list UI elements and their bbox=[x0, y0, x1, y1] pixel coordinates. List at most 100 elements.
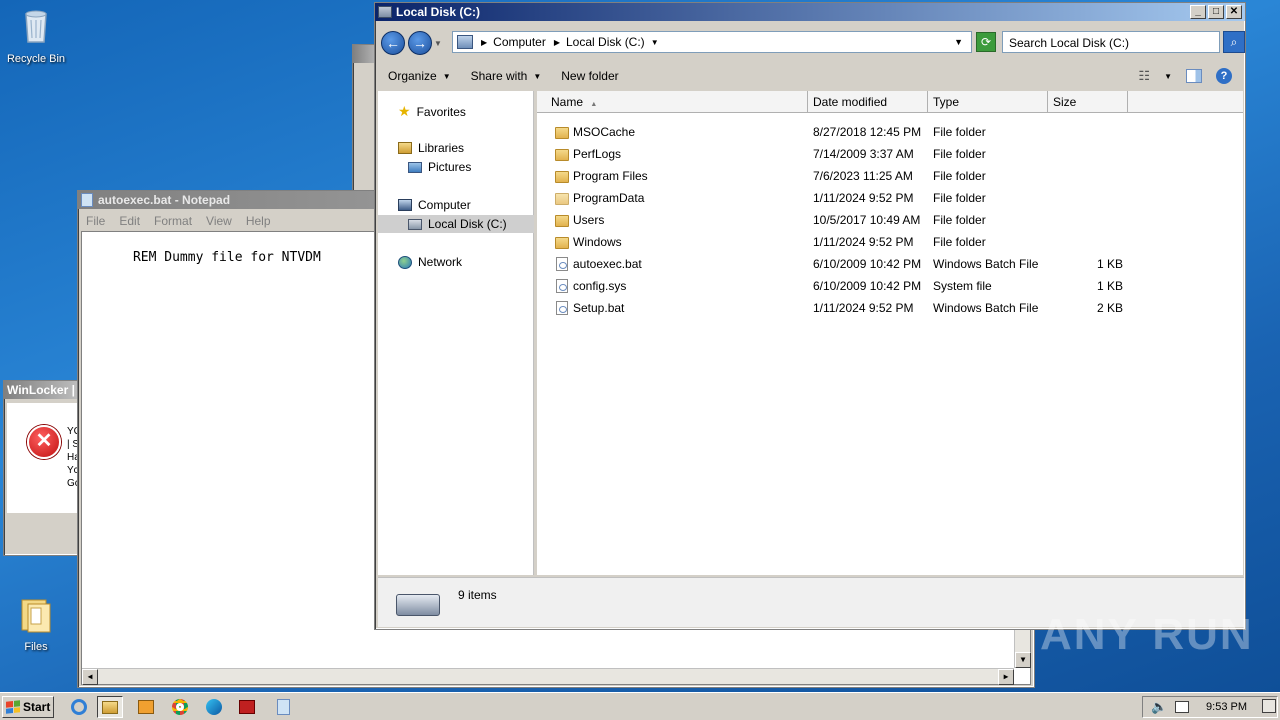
minimize-button[interactable]: _ bbox=[1190, 5, 1206, 19]
nav-network[interactable]: Network bbox=[398, 255, 462, 269]
menu-help[interactable]: Help bbox=[246, 214, 271, 228]
file-name: autoexec.bat bbox=[573, 257, 642, 271]
clock[interactable]: 9:53 PM bbox=[1206, 701, 1247, 713]
forward-button[interactable]: → bbox=[408, 31, 432, 55]
share-with-label: Share with bbox=[470, 69, 528, 83]
folder-icon bbox=[555, 126, 569, 139]
start-button[interactable]: Start bbox=[2, 696, 54, 718]
file-list: Name ▲ Date modified Type Size MSOCache … bbox=[537, 91, 1243, 575]
breadcrumb-computer[interactable]: Computer bbox=[493, 35, 546, 49]
nav-favorites[interactable]: ★ Favorites bbox=[398, 103, 466, 120]
nav-computer[interactable]: Computer bbox=[398, 198, 471, 212]
scroll-left-button[interactable]: ◀ bbox=[82, 669, 98, 685]
file-type: Windows Batch File bbox=[933, 257, 1039, 271]
view-options-icon[interactable]: ▼ bbox=[1164, 72, 1172, 81]
show-desktop-button[interactable] bbox=[1262, 699, 1276, 713]
file-type: File folder bbox=[933, 213, 986, 227]
column-date[interactable]: Date modified bbox=[808, 91, 928, 112]
explorer-window[interactable]: Local Disk (C:) _ □ ✕ ← → ▼ ▶ Computer ▶… bbox=[374, 2, 1246, 630]
search-input[interactable]: Search Local Disk (C:) bbox=[1002, 31, 1220, 53]
file-date: 10/5/2017 10:49 AM bbox=[813, 213, 921, 227]
taskbar-winlocker-icon[interactable] bbox=[234, 696, 260, 718]
organize-button[interactable]: Organize ▼ bbox=[378, 69, 461, 83]
menu-edit[interactable]: Edit bbox=[119, 214, 140, 228]
folder-icon-wrap bbox=[555, 213, 569, 227]
refresh-button[interactable]: ⟳ bbox=[976, 32, 996, 52]
close-button[interactable]: ✕ bbox=[1226, 5, 1242, 19]
folder-icon-wrap bbox=[555, 235, 569, 249]
maximize-button[interactable]: □ bbox=[1208, 5, 1224, 19]
nav-network-label: Network bbox=[418, 255, 463, 269]
search-icon[interactable]: ⌕ bbox=[1223, 31, 1245, 53]
taskbar-media-player-icon[interactable] bbox=[133, 696, 159, 718]
column-type-label: Type bbox=[933, 95, 960, 109]
windows-logo-icon bbox=[6, 700, 20, 714]
scroll-down-button[interactable]: ▼ bbox=[1015, 652, 1031, 668]
share-with-button[interactable]: Share with ▼ bbox=[461, 69, 552, 83]
nav-local-disk-label: Local Disk (C:) bbox=[428, 217, 507, 231]
nav-libraries[interactable]: Libraries bbox=[398, 141, 464, 155]
menu-format[interactable]: Format bbox=[154, 214, 192, 228]
new-folder-button[interactable]: New folder bbox=[551, 69, 628, 83]
horizontal-scrollbar[interactable]: ◀ ▶ bbox=[82, 668, 1014, 685]
breadcrumb-dropdown-icon[interactable]: ▼ bbox=[651, 38, 659, 47]
files-label: Files bbox=[24, 641, 48, 653]
file-name: Windows bbox=[573, 235, 622, 249]
notepad-title: autoexec.bat - Notepad bbox=[98, 193, 231, 207]
nav-local-disk[interactable]: Local Disk (C:) bbox=[378, 215, 534, 233]
address-history-icon[interactable]: ▼ bbox=[954, 37, 963, 47]
file-date: 7/14/2009 3:37 AM bbox=[813, 147, 914, 161]
breadcrumb-local-disk[interactable]: Local Disk (C:) bbox=[566, 35, 645, 49]
menu-file[interactable]: File bbox=[86, 214, 105, 228]
preview-pane-icon[interactable] bbox=[1186, 69, 1202, 83]
recycle-bin-shortcut[interactable]: Recycle Bin bbox=[0, 6, 72, 65]
file-name: Program Files bbox=[573, 169, 648, 183]
column-name[interactable]: Name ▲ bbox=[537, 91, 808, 112]
folder-icon bbox=[21, 599, 51, 633]
files-shortcut[interactable]: Files bbox=[0, 594, 72, 653]
nav-pictures[interactable]: Pictures bbox=[408, 160, 471, 174]
chevron-down-icon: ▼ bbox=[533, 71, 542, 81]
start-label: Start bbox=[23, 700, 51, 714]
taskbar-edge-icon[interactable] bbox=[201, 696, 227, 718]
column-name-label: Name bbox=[551, 95, 584, 109]
notepad-menubar: File Edit Format View Help bbox=[81, 212, 271, 230]
scroll-right-button[interactable]: ▶ bbox=[998, 669, 1014, 685]
address-bar[interactable]: ▶ Computer ▶ Local Disk (C:) ▼ ▼ bbox=[452, 31, 972, 53]
column-size[interactable]: Size bbox=[1048, 91, 1128, 112]
breadcrumb-separator: ▶ bbox=[481, 37, 488, 47]
network-icon bbox=[398, 255, 412, 269]
winlocker-dialog[interactable]: WinLocker | ✕ YC | S Ha Yc Gc bbox=[3, 380, 83, 556]
folder-icon bbox=[555, 236, 569, 249]
volume-icon[interactable]: 🔈 bbox=[1151, 699, 1167, 715]
network-tray-icon[interactable] bbox=[1175, 701, 1190, 713]
drive-icon bbox=[378, 6, 392, 18]
folder-icon-wrap bbox=[555, 191, 569, 205]
recent-pages-icon[interactable]: ▼ bbox=[434, 39, 442, 48]
recycle-bin-label: Recycle Bin bbox=[6, 53, 66, 65]
folder-icon-wrap bbox=[555, 147, 569, 161]
file-type: File folder bbox=[933, 169, 986, 183]
command-bar: Organize ▼ Share with ▼ New folder ☷ ▼ ? bbox=[378, 63, 1244, 89]
file-icon-wrap bbox=[556, 301, 568, 316]
breadcrumb-separator: ▶ bbox=[553, 37, 560, 47]
file-date: 6/10/2009 10:42 PM bbox=[813, 257, 922, 271]
folder-icon-wrap bbox=[555, 169, 569, 183]
taskbar-chrome-icon[interactable] bbox=[167, 696, 193, 718]
back-button[interactable]: ← bbox=[381, 31, 405, 55]
taskbar-notepad-icon[interactable] bbox=[270, 696, 296, 718]
computer-icon bbox=[457, 35, 473, 49]
menu-view[interactable]: View bbox=[206, 214, 232, 228]
nav-libraries-label: Libraries bbox=[418, 141, 465, 155]
batch-file-icon bbox=[556, 257, 568, 272]
folder-icon bbox=[555, 148, 569, 161]
help-icon[interactable]: ? bbox=[1216, 68, 1232, 84]
column-type[interactable]: Type bbox=[928, 91, 1048, 112]
taskbar-explorer-icon[interactable] bbox=[97, 696, 123, 718]
change-view-icon[interactable]: ☷ bbox=[1138, 68, 1150, 84]
winlocker-titlebar: WinLocker | bbox=[4, 381, 82, 399]
taskbar-ie-icon[interactable] bbox=[66, 696, 92, 718]
locked-folder-icon bbox=[555, 125, 569, 139]
file-type: Windows Batch File bbox=[933, 301, 1039, 315]
file-type: File folder bbox=[933, 191, 986, 205]
